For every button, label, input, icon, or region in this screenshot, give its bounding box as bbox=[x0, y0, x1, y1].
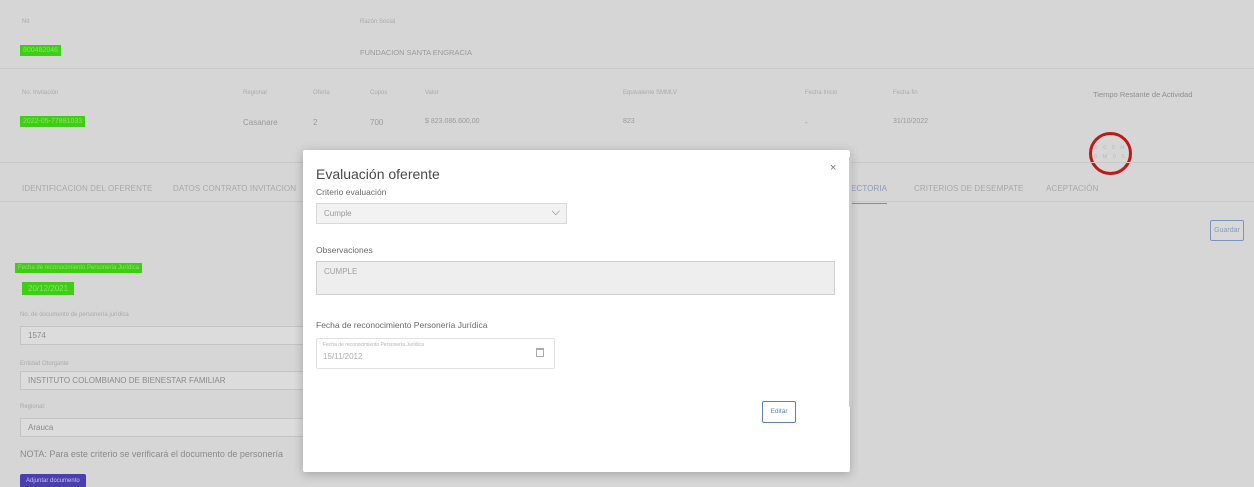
calendar-icon[interactable] bbox=[536, 348, 544, 357]
observaciones-textarea[interactable]: CUMPLE bbox=[316, 261, 835, 295]
timer-hours: 0 0 0 H bbox=[1094, 145, 1127, 151]
info-label-fecha-fin: Fecha fin bbox=[893, 90, 918, 96]
fecha-reconocimiento-value[interactable]: 20/12/2021 bbox=[22, 282, 75, 295]
regional-label: Regional: bbox=[20, 404, 46, 410]
regional-select[interactable]: Arauca bbox=[20, 418, 305, 437]
fecha-fin-value: 31/10/2022 bbox=[893, 118, 929, 125]
observaciones-label: Observaciones bbox=[316, 245, 373, 255]
adjuntar-documento-button[interactable]: Adjuntar documento bbox=[20, 474, 86, 487]
fecha-reconocimiento-label: Fecha de reconocimiento Personería Juríd… bbox=[15, 263, 143, 273]
valor-value: $ 823.086.600,00 bbox=[425, 118, 480, 125]
tab-datos-contrato[interactable]: DATOS CONTRATO INVITACION bbox=[173, 184, 296, 193]
nit-label: Nit bbox=[22, 19, 30, 25]
criterio-value: Cumple bbox=[324, 209, 352, 218]
divider bbox=[0, 68, 1254, 69]
smmlv-value: 823 bbox=[623, 118, 635, 125]
fecha-floating-label: Fecha de reconocimiento Personería Juríd… bbox=[323, 342, 424, 348]
tab-criterios-desempate[interactable]: CRITERIOS DE DESEMPATE bbox=[914, 184, 1023, 193]
invitacion-value: 2022-05-77881033 bbox=[20, 116, 86, 127]
info-label-regional: Regional bbox=[243, 90, 267, 96]
criterio-select[interactable]: Cumple ⌵ bbox=[316, 203, 567, 224]
criterio-label: Criterio evaluación bbox=[316, 187, 387, 197]
fecha-value: 15/11/2012 bbox=[323, 352, 363, 361]
doc-input[interactable]: 1574 bbox=[20, 326, 305, 345]
guardar-button[interactable]: Guardar bbox=[1210, 220, 1244, 241]
fecha-label: Fecha de reconocimiento Personería Juríd… bbox=[316, 320, 488, 330]
oferta-value: 2 bbox=[313, 118, 318, 127]
timer-title: Tiempo Restante de Actividad bbox=[1093, 90, 1193, 99]
info-label-valor: Valor bbox=[425, 90, 439, 96]
razon-social-label: Razón Social bbox=[360, 19, 396, 25]
razon-social-value: FUNDACION SANTA ENGRACIA bbox=[360, 48, 472, 57]
close-icon[interactable]: × bbox=[830, 162, 836, 174]
info-label-cupos: Cupos bbox=[370, 90, 388, 96]
modal-scrollbar[interactable] bbox=[849, 157, 852, 407]
nota-text: NOTA: Para este criterio se verificará e… bbox=[20, 449, 283, 459]
entidad-input[interactable]: INSTITUTO COLOMBIANO DE BIENESTAR FAMILI… bbox=[20, 371, 305, 390]
regional-value: Casanare bbox=[243, 118, 278, 127]
cupos-value: 700 bbox=[370, 118, 384, 127]
fecha-date-input[interactable]: Fecha de reconocimiento Personería Juríd… bbox=[316, 338, 555, 369]
fecha-inicio-value: - bbox=[805, 118, 808, 127]
evaluacion-modal: Evaluación oferente × Criterio evaluació… bbox=[303, 150, 852, 472]
countdown-timer: 0 0 0 H 0 M 0 S bbox=[1089, 132, 1132, 175]
doc-label: No. de documento de personería jurídica bbox=[20, 312, 129, 318]
tab-aceptacion[interactable]: ACEPTACIÓN bbox=[1046, 184, 1098, 193]
chevron-down-icon: ⌵ bbox=[551, 206, 560, 218]
info-label-fecha-inicio: Fecha Inicio bbox=[805, 90, 838, 96]
editar-button[interactable]: Editar bbox=[762, 401, 796, 423]
nit-value: 800482046 bbox=[20, 45, 62, 56]
info-label-smmlv: Equivalente SMMLV bbox=[623, 90, 677, 96]
timer-seconds: 0 M 0 S bbox=[1094, 154, 1127, 160]
info-label-invitacion: No. Invitación bbox=[22, 90, 59, 96]
tab-identificacion[interactable]: IDENTIFICACION DEL OFERENTE bbox=[22, 184, 152, 193]
info-label-oferta: Oferta bbox=[313, 90, 330, 96]
modal-title: Evaluación oferente bbox=[316, 166, 440, 182]
entidad-label: Entidad Otorgante bbox=[20, 361, 69, 367]
